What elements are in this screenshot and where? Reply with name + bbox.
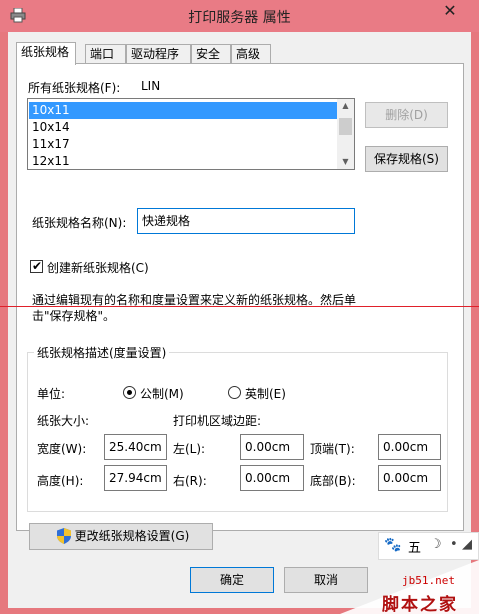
forms-listbox[interactable]: 10x11 10x14 11x17 12x11 ▲ ▼: [27, 98, 355, 170]
title-bar[interactable]: 打印服务器 属性 ✕: [0, 0, 479, 32]
check-icon: ✔: [32, 259, 43, 273]
tab-advanced[interactable]: 高级: [231, 44, 271, 64]
scroll-down-icon[interactable]: ▼: [337, 155, 354, 169]
list-item[interactable]: 10x11: [29, 102, 338, 119]
height-label: 高度(H):: [37, 474, 84, 488]
form-name-input[interactable]: 快递规格: [137, 208, 355, 234]
english-radio[interactable]: [228, 386, 241, 399]
metric-label: 公制(M): [140, 387, 184, 401]
watermark-brand: 脚本之家: [382, 595, 458, 614]
tab-forms[interactable]: 纸张规格: [16, 42, 76, 65]
scroll-up-icon[interactable]: ▲: [337, 99, 354, 113]
tab-drivers[interactable]: 驱动程序: [126, 44, 191, 64]
tab-ports[interactable]: 端口: [85, 44, 126, 64]
scroll-thumb[interactable]: [339, 118, 352, 135]
metric-radio[interactable]: [123, 386, 136, 399]
close-button[interactable]: ✕: [427, 0, 473, 24]
paw-icon: 🐾: [384, 537, 402, 553]
create-new-label: 创建新纸张规格(C): [47, 261, 149, 275]
uac-shield-icon: [57, 528, 71, 544]
english-label: 英制(E): [245, 387, 286, 401]
top-margin-input[interactable]: 0.00cm: [378, 434, 441, 460]
top-margin-label: 顶端(T):: [310, 442, 355, 456]
form-name-label: 纸张规格名称(N):: [32, 216, 127, 230]
left-margin-label: 左(L):: [173, 442, 206, 456]
tab-security[interactable]: 安全: [191, 44, 231, 64]
left-margin-input[interactable]: 0.00cm: [240, 434, 304, 460]
right-margin-input[interactable]: 0.00cm: [240, 465, 304, 491]
dot-icon: •: [450, 537, 458, 552]
tab-label: 端口: [90, 47, 115, 61]
listbox-scrollbar[interactable]: ▲ ▼: [337, 99, 354, 169]
list-item[interactable]: 12x11: [29, 153, 338, 169]
height-input[interactable]: 27.94cm: [104, 465, 167, 491]
shirt-icon: ◢: [462, 537, 472, 552]
tab-label: 高级: [236, 47, 261, 61]
server-name: LIN: [141, 79, 161, 93]
dialog-window: 打印服务器 属性 ✕ 纸张规格 端口 驱动程序 安全 高级 所有纸张规格(F):: [0, 0, 479, 614]
list-item[interactable]: 11x17: [29, 136, 338, 153]
red-annotation-line: [0, 306, 479, 307]
delete-button[interactable]: 删除(D): [365, 102, 448, 128]
save-form-button[interactable]: 保存规格(S): [365, 146, 448, 172]
create-new-checkbox[interactable]: ✔: [30, 259, 43, 273]
bottom-margin-label: 底部(B):: [310, 474, 356, 488]
bottom-margin-input[interactable]: 0.00cm: [378, 465, 441, 491]
watermark-site: jb51.net: [402, 574, 455, 587]
ok-button[interactable]: 确定: [190, 567, 274, 593]
watermark-five: 五: [408, 541, 422, 556]
list-item[interactable]: 10x14: [29, 119, 338, 136]
button-label: 更改纸张规格设置(G): [74, 529, 190, 543]
radio-dot-icon: [127, 390, 132, 395]
tab-label: 安全: [196, 47, 221, 61]
tab-label: 纸张规格: [21, 45, 70, 59]
paper-size-label: 纸张大小:: [37, 414, 90, 428]
width-input[interactable]: 25.40cm: [104, 434, 167, 460]
description-text-line2: 击"保存规格"。: [32, 309, 116, 323]
width-label: 宽度(W):: [37, 442, 87, 456]
tab-label: 驱动程序: [131, 47, 180, 61]
margins-label: 打印机区域边距:: [173, 414, 262, 428]
forms-on-label: 所有纸张规格(F):: [28, 81, 121, 95]
close-icon: ✕: [443, 1, 457, 20]
units-label: 单位:: [37, 387, 66, 401]
moon-icon: ☽: [430, 537, 442, 552]
group-title: 纸张规格描述(度量设置): [34, 344, 170, 361]
right-margin-label: 右(R):: [173, 474, 207, 488]
window-title: 打印服务器 属性: [188, 10, 291, 26]
